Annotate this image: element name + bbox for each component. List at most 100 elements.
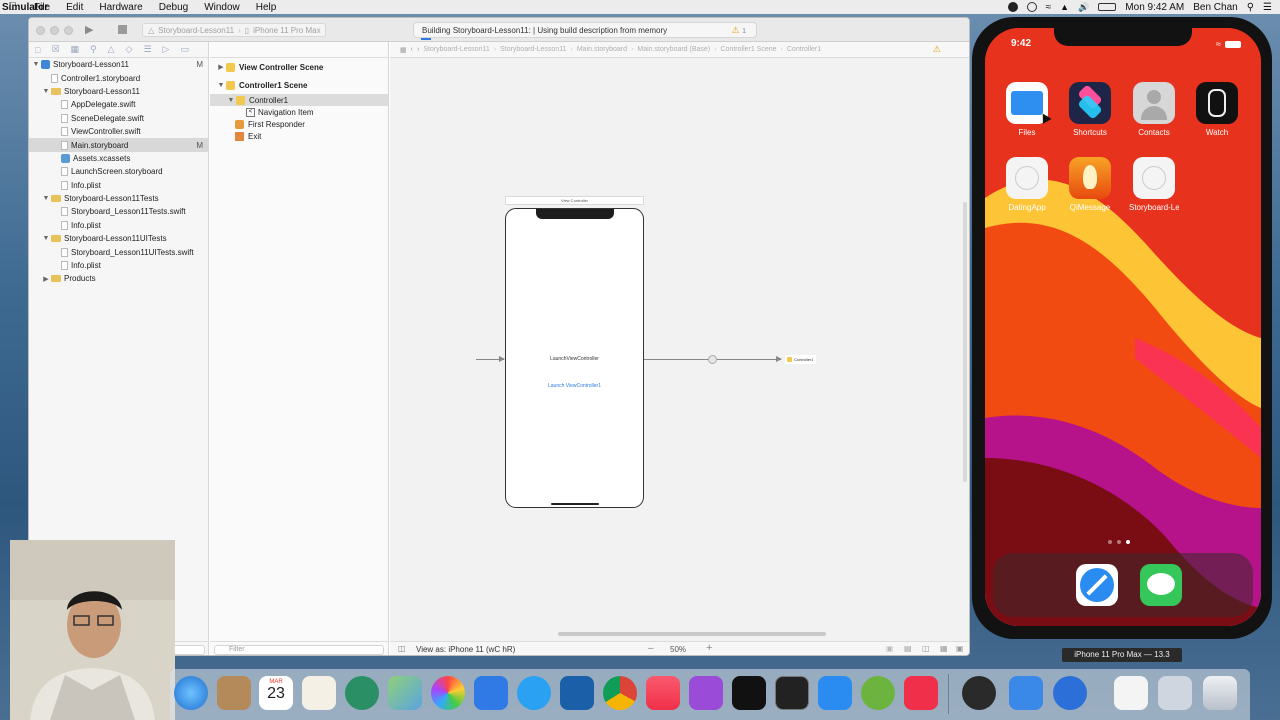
horizontal-scrollbar[interactable] [558,632,826,636]
outline-first-responder[interactable]: First Responder [210,118,388,130]
initial-view-controller-arrow[interactable] [476,356,505,362]
report-icon[interactable]: ▭ [180,44,189,55]
dock-calendar-icon[interactable]: MAR 23 [259,676,293,710]
folder-icon[interactable]: □ [35,45,40,55]
vertical-scrollbar[interactable] [963,202,967,482]
zoom-in-button[interactable]: + [706,642,712,654]
menu-window[interactable]: Window [196,2,248,13]
airplay-icon[interactable]: ▲ [1060,2,1069,12]
jumpbar-warning-icon[interactable]: ⚠ [933,44,941,55]
dock-xcode-doc-icon[interactable] [1009,676,1043,710]
add-constraints-icon[interactable]: ◫ [922,644,930,653]
record-icon[interactable] [1007,2,1018,12]
disclosure-down-icon[interactable]: ▼ [41,88,51,95]
navigator-item[interactable]: SceneDelegate.swift [29,112,208,125]
dock-terminal-icon[interactable] [775,676,809,710]
dock-notes-icon[interactable] [302,676,336,710]
disclosure-down-icon[interactable]: ▼ [41,195,51,202]
storyboard-reference[interactable]: Controller1 [785,355,816,364]
navigator-item[interactable]: Storyboard_Lesson11Tests.swift [29,205,208,218]
disclosure-right-icon[interactable]: ▶ [41,275,51,283]
source-control-icon[interactable]: ☒ [51,44,59,55]
dock-news-icon[interactable] [904,676,938,710]
app-shortcuts[interactable]: Shortcuts [1065,82,1115,137]
outline-scene-view-controller[interactable]: ▶ View Controller Scene [210,58,388,76]
resolve-issues-icon[interactable]: ▦ [940,644,948,653]
dock-messages-icon[interactable] [517,676,551,710]
scene-title-bar[interactable]: View Controller [505,196,644,205]
minimize-window-button[interactable] [50,26,59,35]
menu-edit[interactable]: Edit [58,2,91,13]
app-datingapp[interactable]: DatingApp [1002,157,1052,212]
navigator-item[interactable]: ▶ Products [29,272,208,285]
toggle-outline-icon[interactable]: ◫ [398,644,406,653]
navigator-item[interactable]: Assets.xcassets [29,152,208,165]
disclosure-right-icon[interactable]: ▶ [216,63,226,71]
dock-tv-icon[interactable] [732,676,766,710]
view-controller-frame[interactable]: LaunchViewController Launch ViewControll… [505,208,644,508]
jumpbar-item[interactable]: Storyboard-Lesson11 [423,46,489,53]
view-as-selector[interactable]: View as: iPhone 11 (wC hR) [416,645,515,654]
zoom-level[interactable]: 50% [670,645,686,654]
jumpbar-item[interactable]: Main.storyboard [577,46,627,53]
navigator-item[interactable]: ▼ Storyboard-Lesson11UITests [29,232,208,245]
issue-icon[interactable]: △ [108,44,115,55]
spotlight-icon[interactable]: ⚲ [1247,2,1254,13]
dock-app-store-icon[interactable] [818,676,852,710]
run-button[interactable]: ▶ [85,23,93,36]
stop-button[interactable] [118,25,127,34]
navigator-item[interactable]: Info.plist [29,179,208,192]
outline-filter-input[interactable]: Filter [214,645,384,655]
launch-view-controller1-button[interactable]: Launch ViewController1 [506,383,643,389]
navigator-item[interactable]: AppDelegate.swift [29,98,208,111]
dock-instruments-icon[interactable] [962,676,996,710]
segue-icon[interactable] [708,355,717,364]
dock-downloads-icon[interactable] [1158,676,1192,710]
menu-help[interactable]: Help [248,2,285,13]
navigator-item[interactable]: LaunchScreen.storyboard [29,165,208,178]
dock-virtualbox-icon[interactable] [560,676,594,710]
update-frames-icon[interactable]: ▣ [886,644,894,653]
navigator-item[interactable]: Storyboard_Lesson11UITests.swift [29,245,208,258]
outline-controller1[interactable]: ▼ Controller1 [210,94,388,106]
disclosure-down-icon[interactable]: ▼ [41,235,51,242]
navigator-item[interactable]: Main.storyboard M [29,138,208,152]
volume-icon[interactable]: 🔊 [1078,2,1089,13]
app-contacts[interactable]: Contacts [1129,82,1179,137]
storyboard-canvas[interactable]: ▦ ‹ › Storyboard-Lesson11 › Storyboard-Le… [390,42,969,655]
dock-spring-icon[interactable] [861,676,895,710]
simulator-home-screen[interactable]: 9:42 ≈ Files Shortcuts Contacts Watch Da… [985,28,1261,626]
dock-photos-icon[interactable] [431,676,465,710]
find-icon[interactable]: ⚲ [90,44,97,55]
debug-icon[interactable]: ☰ [143,44,151,55]
warning-icon[interactable]: ⚠ 1 [732,25,746,36]
dock-xcode-icon[interactable] [474,676,508,710]
disclosure-down-icon[interactable]: ▼ [31,61,41,68]
test-icon[interactable]: ◇ [126,44,133,55]
jumpbar-item[interactable]: Main.storyboard (Base) [637,46,710,53]
jumpbar-item[interactable]: Storyboard-Lesson11 [500,46,566,53]
outline-navigation-item[interactable]: < Navigation Item [210,106,388,118]
app-watch[interactable]: Watch [1192,82,1242,137]
forward-icon[interactable]: › [417,46,419,53]
embed-in-icon[interactable]: ▣ [956,644,964,653]
wifi-icon[interactable]: ≈ [1046,2,1052,13]
app-storyboard-lesson[interactable]: Storyboard-Les... [1129,157,1179,212]
disclosure-down-icon[interactable]: ▼ [216,82,226,89]
back-icon[interactable]: ‹ [411,46,413,53]
dock-time-machine-icon[interactable] [345,676,379,710]
scheme-selector[interactable]: △ Storyboard-Lesson11 › ▯ iPhone 11 Pro … [142,23,326,37]
outline-scene-controller1[interactable]: ▼ Controller1 Scene [210,76,388,94]
navigator-item[interactable]: ▼ Storyboard-Lesson11Tests [29,192,208,205]
navigator-item[interactable]: ▼ Storyboard-Lesson11 M [29,58,208,71]
battery-icon[interactable] [1098,3,1117,11]
align-icon[interactable]: ▤ [904,644,912,653]
dock-chrome-icon[interactable] [603,676,637,710]
zoom-window-button[interactable] [64,26,73,35]
dock-maps-icon[interactable] [388,676,422,710]
dock-x11-icon[interactable] [1114,676,1148,710]
dock-safari-icon[interactable] [174,676,208,710]
grid-icon[interactable]: ▦ [400,46,407,54]
disclosure-down-icon[interactable]: ▼ [226,97,236,104]
close-window-button[interactable] [36,26,45,35]
